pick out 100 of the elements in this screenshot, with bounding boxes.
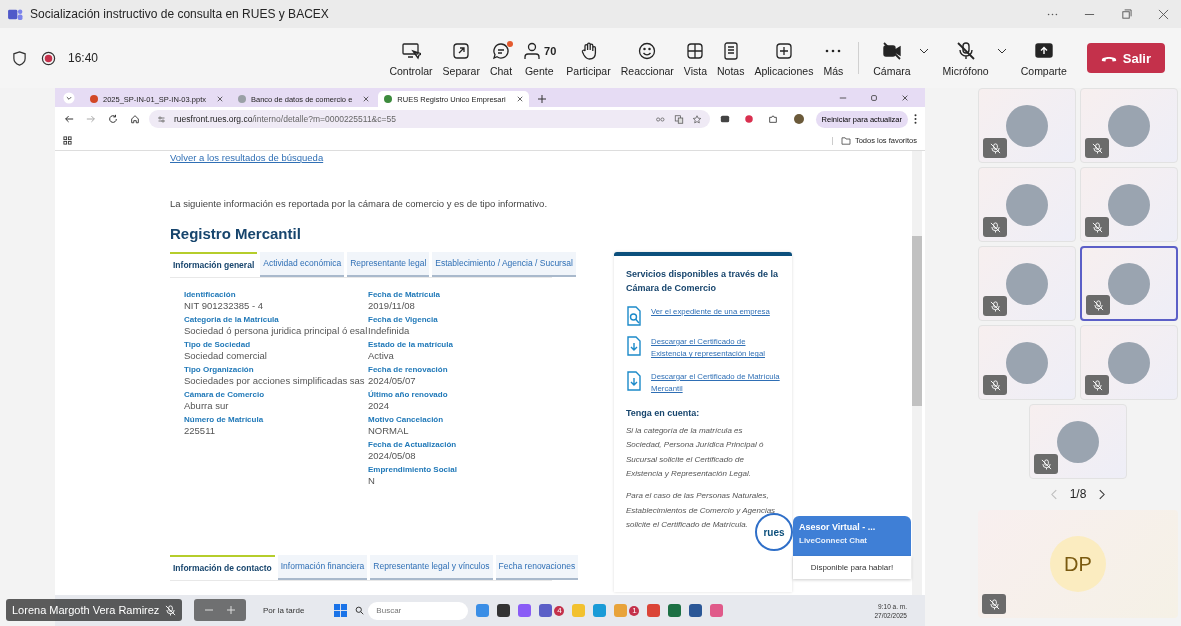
more-button[interactable]: Más [820, 37, 847, 79]
leave-button[interactable]: Salir [1086, 43, 1165, 73]
hand-button[interactable]: Participar [563, 37, 614, 79]
chat-button[interactable]: Chat [486, 37, 516, 79]
field-value: Sociedad ó persona juridica principal ó esal [184, 325, 368, 336]
notification-badge: 4 [554, 605, 565, 616]
popout-button[interactable]: Separar [439, 37, 483, 79]
apps-button[interactable]: Aplicaciones [751, 37, 817, 79]
home-icon[interactable] [130, 114, 140, 124]
card-title: Servicios disponibles a través de la Cámara de Comercio [626, 268, 780, 295]
translate-icon[interactable] [673, 114, 684, 124]
back-link[interactable]: Volver a los resultados de búsqueda [170, 152, 912, 163]
restore-icon[interactable] [870, 94, 878, 102]
initials-avatar: DP [1050, 536, 1106, 592]
apps-grid-icon[interactable] [63, 136, 72, 145]
taskbar-search-field[interactable]: Buscar [368, 601, 469, 620]
share-button[interactable]: Comparte [1017, 37, 1070, 79]
close-icon[interactable] [1158, 8, 1169, 20]
extension-icon[interactable] [743, 114, 754, 124]
camera-button[interactable]: Cámara [870, 37, 914, 79]
intro-text: La siguiente información es reportada por la cámara de comercio y es de tipo informativo. [170, 198, 549, 209]
tab-search-icon[interactable] [63, 92, 75, 104]
zoom-controls[interactable] [194, 599, 247, 621]
section-tab[interactable]: Establecimiento / Agencia / Sucursal [432, 252, 576, 277]
section-tab[interactable]: Actividad económica [260, 252, 345, 277]
document-download-icon [626, 335, 642, 356]
search-icon[interactable] [355, 606, 365, 615]
field-value: Aburra sur [184, 400, 230, 411]
close-icon[interactable] [901, 94, 909, 102]
more-icon [825, 48, 842, 53]
field-value: 2024/05/08 [368, 450, 417, 461]
shield-icon[interactable] [12, 50, 27, 66]
plus-icon[interactable] [537, 95, 546, 103]
chat-header[interactable]: Asesor Virtual - ... LiveConnect Chat [793, 516, 911, 556]
restore-icon[interactable] [1121, 8, 1132, 20]
weather-text: Por la tarde [263, 606, 305, 615]
favicon-icon [384, 95, 393, 103]
taskbar-app-icon[interactable] [497, 604, 511, 617]
taskbar-app-icon[interactable] [539, 604, 553, 617]
rues-logo: rues [755, 513, 793, 551]
mic-button[interactable]: Micrófono [939, 37, 992, 79]
star-icon[interactable] [691, 114, 702, 124]
favicon-icon [90, 95, 98, 103]
presenter-name: Lorena Margoth Vera Ramirez [12, 604, 160, 616]
react-button[interactable]: Reaccionar [617, 37, 677, 79]
taskbar-app-icon[interactable] [689, 604, 703, 617]
control-button[interactable]: Controlar [386, 37, 436, 79]
document-search-icon [626, 305, 642, 326]
extension-icon[interactable] [719, 114, 730, 124]
people-button[interactable]: 70 Gente [519, 37, 560, 79]
field-label: Emprendimiento Social [368, 465, 458, 474]
section-tab[interactable]: Fecha renovaciones [495, 555, 579, 580]
avatar-circle [1108, 104, 1150, 147]
field-value: Sociedades por acciones simplificadas sas [184, 375, 366, 386]
avatar-circle [1057, 420, 1099, 463]
close-icon[interactable] [516, 96, 523, 102]
zoom-in-icon[interactable] [226, 605, 237, 615]
people-icon [522, 40, 543, 61]
chat-icon [491, 40, 511, 61]
caret-icon[interactable] [996, 48, 1007, 54]
avatar-circle [1006, 104, 1048, 147]
avatar-circle [1108, 262, 1150, 305]
field-label: Cámara de Comercio [184, 390, 266, 399]
scrollbar-thumb[interactable] [912, 236, 922, 406]
smiley-icon [637, 40, 658, 61]
avatar-circle [1006, 341, 1048, 384]
windows-start-icon[interactable] [334, 604, 348, 617]
field-label: Fecha de renovación [368, 365, 449, 374]
caret-icon[interactable] [918, 48, 929, 54]
view-button[interactable]: Vista [680, 37, 710, 79]
field-label: Número de Matrícula [184, 415, 265, 424]
field-value: Sociedad comercial [184, 350, 268, 361]
close-icon[interactable] [363, 96, 370, 102]
key-icon[interactable] [655, 114, 666, 124]
field-value: NORMAL [368, 425, 410, 436]
folder-icon[interactable] [831, 136, 851, 145]
favicon-icon [238, 95, 246, 103]
note-text: Si la categoría de la matrícula es Sociedad, Persona Jurídica Principal ó Sucursal solicite el Certificado de Existencia y Representación Legal. [626, 424, 765, 480]
menu-icon[interactable] [914, 114, 917, 124]
section-tab[interactable]: Información financiera [277, 555, 368, 580]
field-value: N [368, 475, 376, 486]
section-heading: Registro Mercantil [170, 225, 302, 242]
popout-icon [451, 40, 472, 61]
field-label: Fecha de Vigencia [368, 315, 439, 324]
section-tab[interactable]: Representante legal [347, 252, 430, 277]
profile-avatar[interactable] [793, 114, 804, 124]
section-tab[interactable]: Representante legal y vínculos [370, 555, 493, 580]
close-icon[interactable] [217, 96, 223, 102]
window-title: Socialización instructivo de consulta en RUES y BACEX [30, 7, 329, 21]
address-bar[interactable]: ruesfront.rues.org.co/interno/detalle?m=0000225511&c=55 [149, 110, 710, 128]
back-arrow-icon[interactable] [64, 114, 74, 124]
next-page-icon[interactable] [1098, 488, 1106, 500]
reload-icon[interactable] [108, 114, 118, 124]
field-label: Categoria de la Matrícula [184, 315, 280, 324]
puzzle-icon[interactable] [767, 114, 778, 124]
field-value: Indefinida [368, 325, 411, 336]
notes-button[interactable]: Notas [714, 37, 748, 79]
participant-tile[interactable] [1080, 246, 1178, 321]
field-label: Fecha de Matrícula [368, 290, 442, 299]
taskbar-app-icon[interactable] [668, 604, 682, 617]
